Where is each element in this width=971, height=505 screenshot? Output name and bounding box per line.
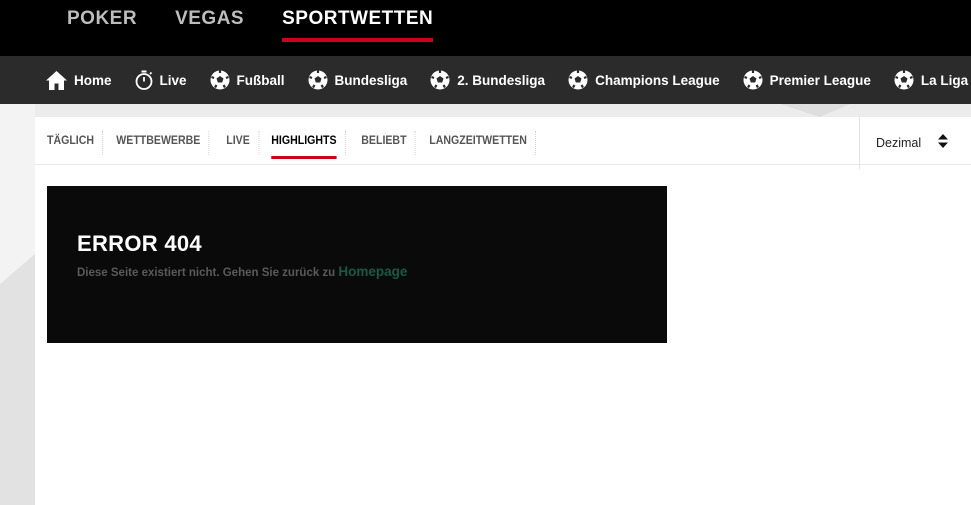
- odds-format-select[interactable]: Dezimal: [859, 117, 971, 169]
- tab-live[interactable]: LIVE: [218, 131, 260, 155]
- sports-nav-premier-league[interactable]: Premier League: [743, 70, 871, 90]
- soccer-ball-icon: [430, 70, 450, 90]
- sports-nav-label: Bundesliga: [334, 72, 408, 88]
- sports-nav-label: La Liga: [920, 72, 969, 88]
- sports-nav-2-bundesliga[interactable]: 2. Bundesliga: [430, 70, 545, 90]
- nav-vegas[interactable]: VEGAS: [175, 8, 244, 37]
- error-message-text: Diese Seite existiert nicht. Gehen Sie z…: [77, 267, 336, 279]
- product-nav: POKER VEGAS SPORTWETTEN: [67, 8, 471, 42]
- sports-nav-label: Live: [159, 72, 187, 88]
- soccer-ball-icon: [894, 70, 914, 90]
- main-content: TÄGLICH WETTBEWERBE LIVE HIGHLIGHTS BELI…: [35, 117, 971, 505]
- stopwatch-icon: [135, 70, 152, 90]
- error-title: ERROR 404: [77, 231, 202, 256]
- sports-nav: Home Live Fußball Bundesliga 2. Bundesli…: [0, 56, 971, 104]
- soccer-ball-icon: [743, 70, 763, 90]
- error-panel: ERROR 404 Diese Seite existiert nicht. G…: [47, 186, 667, 343]
- sports-nav-la-liga[interactable]: La Liga: [894, 70, 968, 90]
- tab-langzeitwetten[interactable]: LANGZEITWETTEN: [421, 131, 537, 155]
- sports-nav-live[interactable]: Live: [135, 70, 187, 90]
- sort-arrows-icon: [938, 134, 948, 148]
- soccer-ball-icon: [210, 70, 230, 90]
- sports-nav-label: 2. Bundesliga: [457, 72, 546, 88]
- nav-poker[interactable]: POKER: [67, 8, 137, 37]
- brand-bar: POKER VEGAS SPORTWETTEN: [0, 0, 971, 56]
- sports-nav-label: Home: [74, 72, 112, 88]
- tab-wettbewerbe[interactable]: WETTBEWERBE: [108, 131, 210, 155]
- nav-sportwetten[interactable]: SPORTWETTEN: [282, 8, 434, 42]
- soccer-ball-icon: [568, 70, 588, 90]
- sports-nav-champions-league[interactable]: Champions League: [568, 70, 720, 90]
- tab-beliebt[interactable]: BELIEBT: [353, 131, 416, 155]
- homepage-link[interactable]: Homepage: [338, 264, 407, 279]
- tab-taeglich[interactable]: TÄGLICH: [47, 131, 104, 155]
- sports-nav-label: Champions League: [595, 72, 720, 88]
- sports-nav-bundesliga[interactable]: Bundesliga: [308, 70, 408, 90]
- sports-nav-fussball[interactable]: Fußball: [210, 70, 285, 90]
- sports-nav-home[interactable]: Home: [46, 70, 112, 90]
- sports-nav-label: Premier League: [769, 72, 871, 88]
- category-tabs: TÄGLICH WETTBEWERBE LIVE HIGHLIGHTS BELI…: [35, 117, 971, 165]
- tab-highlights[interactable]: HIGHLIGHTS: [263, 131, 346, 159]
- sports-nav-label: Fußball: [236, 72, 285, 88]
- error-message: Diese Seite existiert nicht. Gehen Sie z…: [77, 264, 407, 279]
- soccer-ball-icon: [308, 70, 328, 90]
- home-icon: [46, 70, 67, 90]
- odds-format-label: Dezimal: [876, 136, 922, 150]
